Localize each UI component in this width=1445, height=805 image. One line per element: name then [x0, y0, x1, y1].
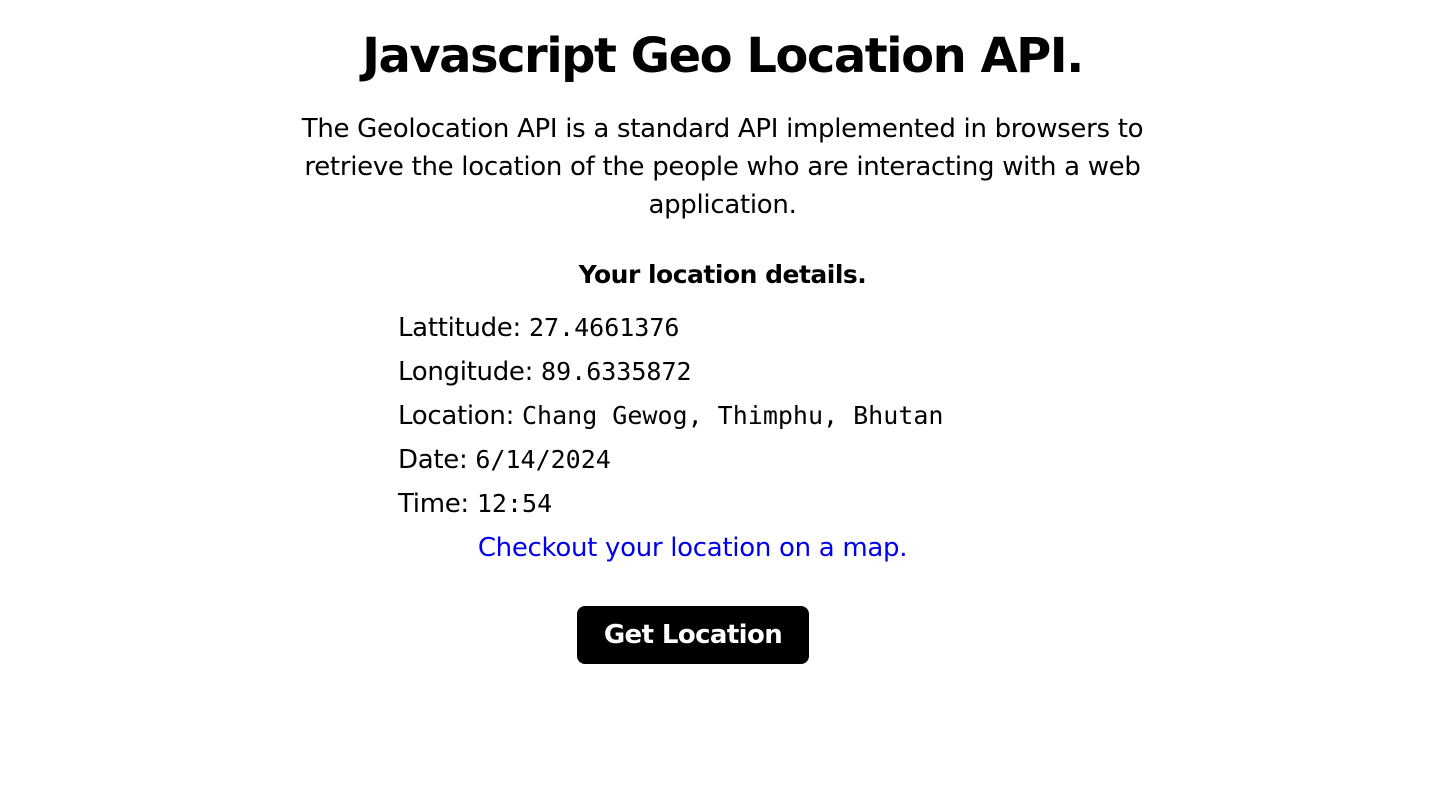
- map-link[interactable]: Checkout your location on a map.: [0, 526, 1385, 570]
- location-details: Lattitude: 27.4661376 Longitude: 89.6335…: [398, 306, 943, 526]
- get-location-button[interactable]: Get Location: [577, 606, 809, 664]
- date-value: 6/14/2024: [475, 445, 611, 474]
- location-row: Location: Chang Gewog, Thimphu, Bhutan: [398, 394, 943, 438]
- details-heading: Your location details.: [578, 260, 867, 289]
- latitude-row: Lattitude: 27.4661376: [398, 306, 943, 350]
- page: Javascript Geo Location API. The Geoloca…: [0, 0, 1445, 664]
- date-row: Date: 6/14/2024: [398, 438, 943, 482]
- page-title: Javascript Geo Location API.: [362, 28, 1084, 84]
- location-value: Chang Gewog, Thimphu, Bhutan: [522, 401, 944, 430]
- time-label: Time:: [398, 489, 469, 519]
- longitude-label: Longitude:: [398, 357, 534, 387]
- latitude-label: Lattitude:: [398, 313, 521, 343]
- latitude-value: 27.4661376: [528, 313, 680, 342]
- date-label: Date:: [398, 445, 468, 475]
- longitude-value: 89.6335872: [541, 357, 692, 386]
- intro-text: The Geolocation API is a standard API im…: [301, 114, 1144, 220]
- longitude-row: Longitude: 89.6335872: [398, 350, 943, 394]
- location-label: Location:: [398, 401, 515, 431]
- time-value: 12:54: [476, 489, 553, 518]
- time-row: Time: 12:54: [398, 482, 943, 526]
